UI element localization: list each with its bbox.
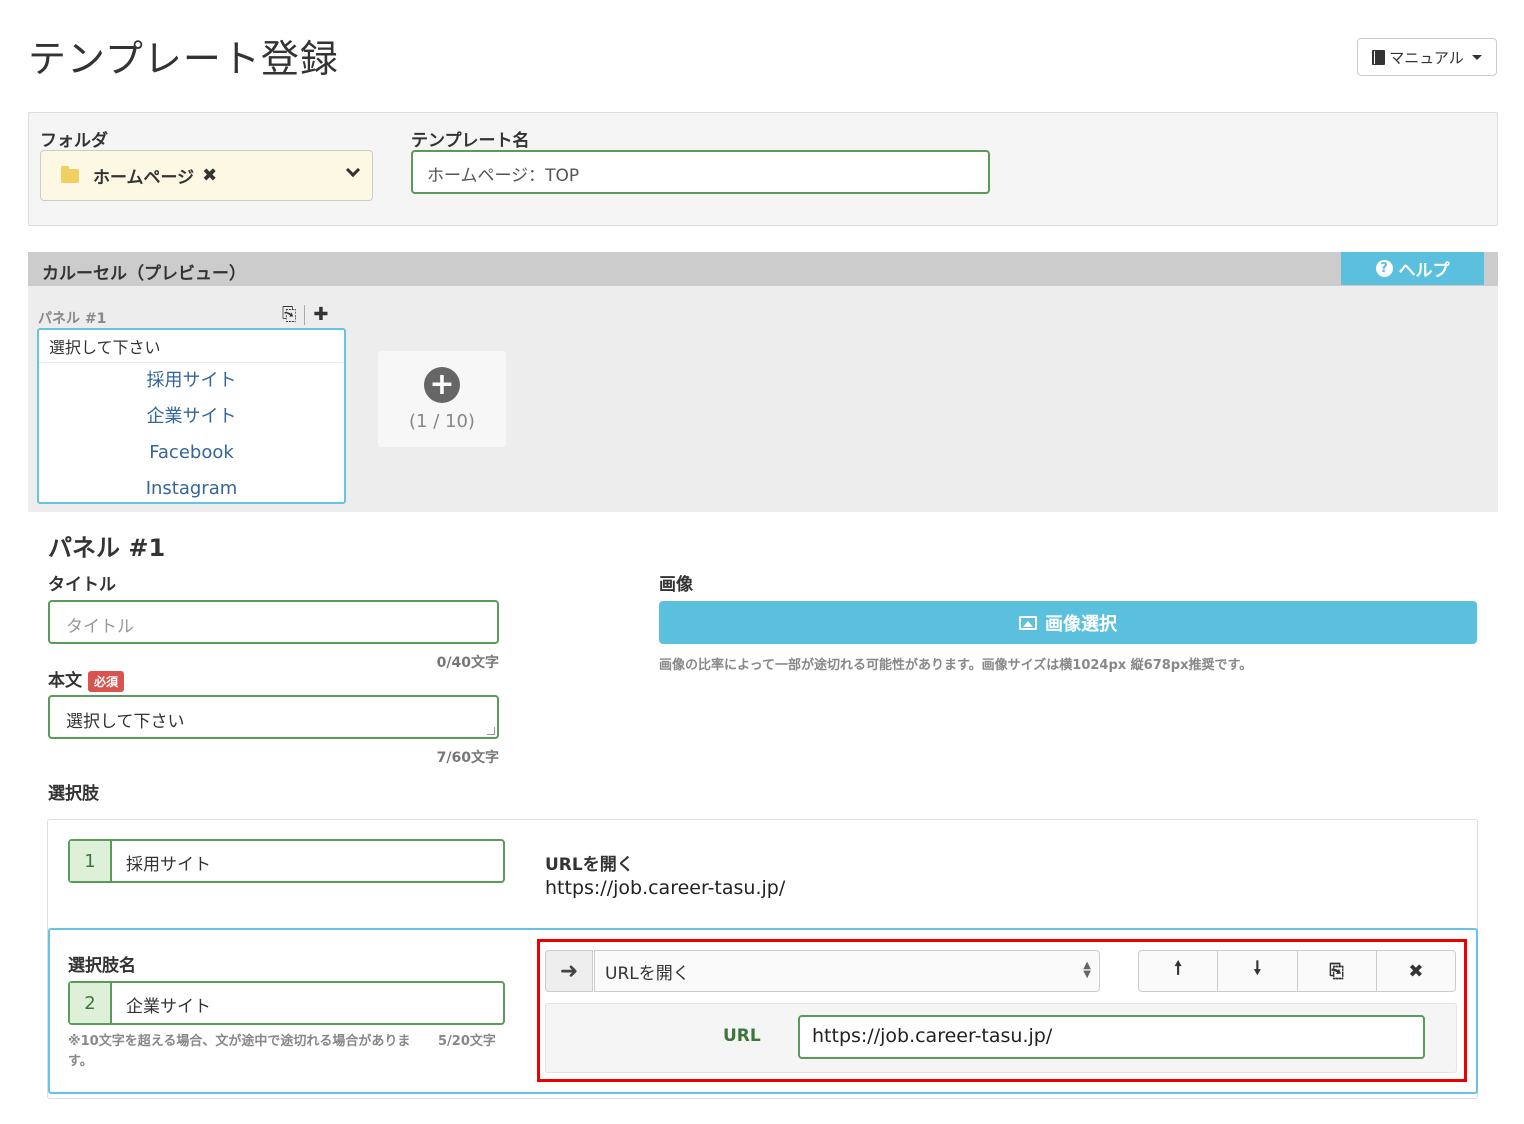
panel-card[interactable]: 選択して下さい 採用サイト 企業サイト Facebook Instagram <box>37 328 346 504</box>
copy-icon[interactable]: ⎘ <box>282 304 296 325</box>
select-arrows-icon: ▲ ▼ <box>1083 960 1091 980</box>
url-label: URL <box>723 1026 761 1046</box>
body-textarea[interactable]: 選択して下さい <box>48 695 499 739</box>
folder-icon <box>61 165 79 183</box>
page-title: テンプレート登録 <box>28 37 339 81</box>
choice-action: URLを開く <box>545 855 634 875</box>
help-button[interactable]: ? ヘルプ <box>1341 252 1484 285</box>
image-button-label: 画像選択 <box>1045 613 1117 635</box>
choice-action-buttons: 🠕 🠗 ⎘ ✖ <box>1138 950 1456 992</box>
clear-folder-icon[interactable]: ✖ <box>202 165 217 186</box>
arrow-right-icon: ➜ <box>545 950 593 992</box>
body-label-row: 本文 必須 <box>48 666 125 692</box>
book-icon <box>1372 49 1386 65</box>
title-input[interactable]: タイトル <box>48 600 499 644</box>
manual-button[interactable]: マニュアル <box>1357 38 1497 76</box>
copy-icon[interactable]: ⎘ <box>1298 951 1377 991</box>
picture-icon <box>1019 615 1037 630</box>
panel-option[interactable]: 採用サイト <box>39 363 344 399</box>
template-name-input[interactable]: ホームページ：TOP <box>411 150 990 194</box>
folder-value: ホームページ <box>93 168 195 188</box>
choice-url: https://job.career-tasu.jp/ <box>545 877 786 899</box>
choice-name-label: 選択肢名 <box>68 956 136 976</box>
required-badge: 必須 <box>88 670 125 692</box>
panel-prompt: 選択して下さい <box>39 330 344 363</box>
choice-number: 2 <box>70 983 112 1023</box>
choice-name-counter: 5/20文字 <box>438 1034 496 1049</box>
panel-number-label: パネル #1 <box>38 311 107 327</box>
action-select-value: URLを開く <box>605 964 690 984</box>
choice-name-field[interactable]: 1 採用サイト <box>68 839 505 883</box>
question-icon: ? <box>1375 260 1393 277</box>
folder-label: フォルダ <box>40 131 108 151</box>
add-icon[interactable]: ✚ <box>313 304 328 325</box>
panel-heading: パネル #1 <box>48 534 166 562</box>
image-note: 画像の比率によって一部が途切れる可能性があります。画像サイズは横1024px 縦… <box>659 658 1253 673</box>
choices-label: 選択肢 <box>48 784 99 804</box>
panel-option[interactable]: Facebook <box>39 435 344 471</box>
panel-option[interactable]: 企業サイト <box>39 399 344 435</box>
delete-icon[interactable]: ✖ <box>1377 951 1455 991</box>
choice-name-field[interactable]: 2 企業サイト <box>68 981 505 1025</box>
manual-label: マニュアル <box>1389 48 1464 67</box>
plus-circle-icon: + <box>424 366 460 403</box>
choice-number: 1 <box>70 841 112 881</box>
panel-count: (1 / 10) <box>409 410 475 432</box>
title-label: タイトル <box>48 575 116 595</box>
body-counter: 7/60文字 <box>436 750 499 766</box>
move-up-icon[interactable]: 🠕 <box>1139 951 1219 991</box>
image-select-button[interactable]: 画像選択 <box>659 601 1477 644</box>
folder-select[interactable]: ホームページ ✖ <box>40 150 373 201</box>
chevron-down-icon <box>345 162 361 178</box>
carousel-header: カルーセル（プレビュー） <box>28 252 1498 286</box>
choice-name-note: ※10文字を超える場合、文が途中で途切れる場合があります。 <box>68 1034 411 1069</box>
resize-handle[interactable] <box>487 727 495 735</box>
move-down-icon[interactable]: 🠗 <box>1218 951 1298 991</box>
url-input[interactable]: https://job.career-tasu.jp/ <box>798 1015 1425 1059</box>
caret-down-icon <box>1471 54 1482 60</box>
body-value: 選択して下さい <box>66 712 185 732</box>
divider <box>304 304 306 325</box>
template-name-label: テンプレート名 <box>411 131 530 151</box>
body-label: 本文 <box>48 671 82 691</box>
panel-toolbar: ⎘ ✚ <box>282 304 329 325</box>
add-panel-button[interactable]: + (1 / 10) <box>378 351 506 447</box>
panel-option[interactable]: Instagram <box>39 471 344 507</box>
image-label: 画像 <box>659 575 693 595</box>
action-select[interactable]: URLを開く ▲ ▼ <box>594 950 1100 992</box>
choice-name: 採用サイト <box>126 855 211 875</box>
help-label: ヘルプ <box>1398 261 1450 281</box>
choice-name: 企業サイト <box>126 997 211 1017</box>
